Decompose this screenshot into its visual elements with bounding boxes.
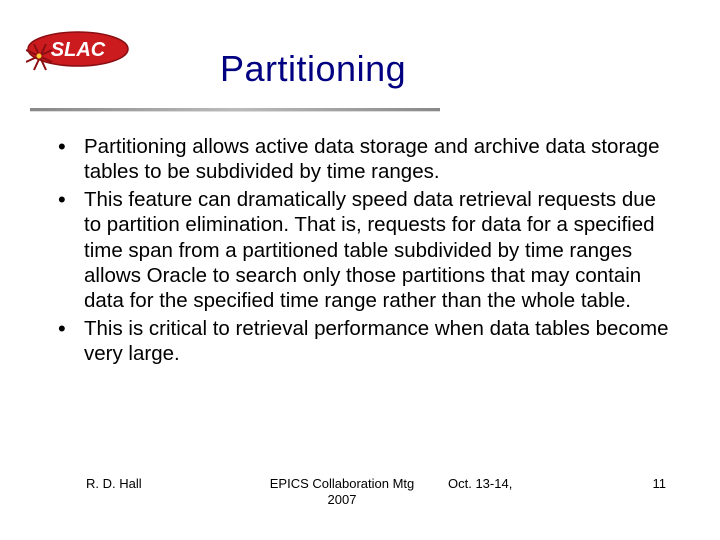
title-area: Partitioning [0,48,720,94]
body: Partitioning allows active data storage … [48,134,672,369]
slide-title: Partitioning [220,48,720,94]
slide: SLAC Partitioning Partitioning allows ac… [0,0,720,540]
bullet-list: Partitioning allows active data storage … [48,134,672,367]
footer-event-line1: EPICS Collaboration Mtg [270,476,415,491]
title-underline [30,108,440,112]
footer-author: R. D. Hall [86,476,142,491]
footer-page-number: 11 [653,476,667,491]
bullet-item: Partitioning allows active data storage … [48,134,672,185]
bullet-item: This is critical to retrieval performanc… [48,316,672,367]
footer-date: Oct. 13-14, [448,476,512,491]
footer-event: EPICS Collaboration Mtg 2007 [252,476,432,507]
footer-event-line2: 2007 [328,492,357,507]
bullet-item: This feature can dramatically speed data… [48,187,672,314]
footer: R. D. Hall EPICS Collaboration Mtg 2007 … [0,476,720,512]
